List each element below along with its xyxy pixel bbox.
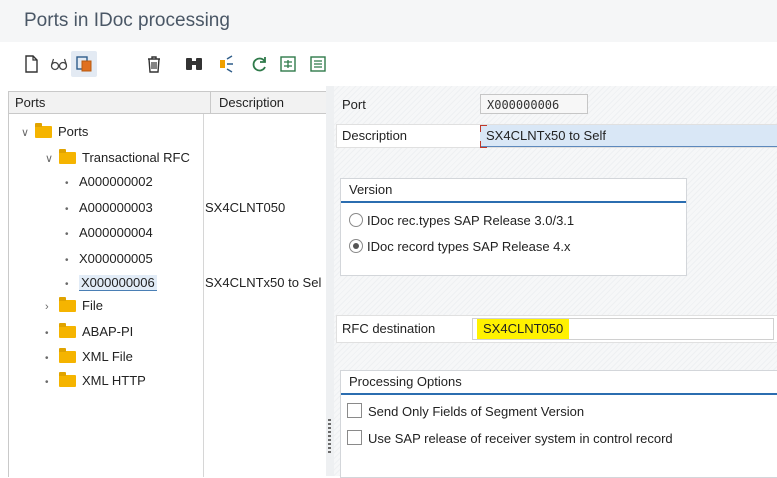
refresh-icon[interactable] bbox=[249, 53, 271, 75]
chevron-down-icon[interactable]: ∨ bbox=[45, 148, 55, 169]
where-used-icon[interactable] bbox=[217, 53, 239, 75]
description-input[interactable]: SX4CLNTx50 to Self bbox=[480, 125, 777, 148]
version-group-title: Version bbox=[341, 179, 686, 203]
tree-node-xml-file[interactable]: • XML File bbox=[45, 346, 133, 368]
port-label: Port bbox=[342, 97, 366, 112]
folder-icon bbox=[59, 348, 76, 363]
find-icon[interactable] bbox=[183, 53, 205, 75]
port-description: SX4CLNTx50 to Self bbox=[205, 275, 321, 290]
bullet-icon: • bbox=[65, 255, 69, 266]
chevron-right-icon[interactable]: › bbox=[45, 296, 55, 318]
bullet-icon: • bbox=[45, 377, 49, 388]
column-header-ports[interactable]: Ports bbox=[15, 95, 45, 110]
version-group: Version IDoc rec.types SAP Release 3.0/3… bbox=[340, 178, 687, 276]
splitter-grip[interactable] bbox=[328, 419, 331, 453]
radio-button-selected-icon[interactable] bbox=[349, 239, 363, 253]
bullet-icon: • bbox=[65, 229, 69, 240]
tree-node-file[interactable]: › File bbox=[45, 295, 103, 317]
bullet-icon: • bbox=[65, 178, 69, 189]
field-focus-marker bbox=[480, 125, 487, 132]
bullet-icon: • bbox=[65, 279, 69, 290]
rfc-destination-highlight: SX4CLNT050 bbox=[477, 319, 570, 339]
checkbox-icon[interactable] bbox=[347, 430, 362, 445]
description-label: Description bbox=[342, 128, 408, 143]
checkbox-receiver-release[interactable]: Use SAP release of receiver system in co… bbox=[347, 429, 673, 449]
panel-splitter[interactable] bbox=[326, 86, 334, 476]
tree-item-port-selected[interactable]: • X000000006 bbox=[65, 272, 157, 294]
checkbox-icon[interactable] bbox=[347, 403, 362, 418]
field-focus-marker bbox=[480, 141, 487, 148]
column-divider bbox=[203, 114, 204, 477]
tree-header: Ports Description bbox=[9, 92, 327, 114]
folder-icon bbox=[59, 372, 76, 387]
glasses-display-icon[interactable] bbox=[48, 53, 70, 75]
checkbox-segment-version[interactable]: Send Only Fields of Segment Version bbox=[347, 402, 584, 422]
copy-icon[interactable] bbox=[71, 51, 97, 77]
tree-node-transactional-rfc[interactable]: ∨ Transactional RFC bbox=[45, 147, 203, 169]
bullet-icon: • bbox=[65, 204, 69, 215]
processing-options-group: Processing Options Send Only Fields of S… bbox=[340, 370, 777, 478]
tree-node-xml-http[interactable]: • XML HTTP bbox=[45, 370, 146, 392]
folder-icon bbox=[35, 123, 52, 138]
expand-icon[interactable] bbox=[277, 53, 299, 75]
tree-item-port[interactable]: • X000000005 bbox=[65, 248, 153, 270]
tree-node-abap-pi[interactable]: • ABAP-PI bbox=[45, 321, 133, 343]
port-description: SX4CLNT050 bbox=[205, 200, 286, 215]
radio-button-icon[interactable] bbox=[349, 213, 363, 227]
radio-release-4x[interactable]: IDoc record types SAP Release 4.x bbox=[349, 237, 571, 257]
collapse-icon[interactable] bbox=[307, 53, 329, 75]
folder-icon bbox=[59, 149, 76, 164]
tree-item-port[interactable]: • A000000004 bbox=[65, 222, 153, 244]
ports-tree: Ports Description ∨ Ports ∨ Transactional … bbox=[8, 91, 327, 477]
rfc-destination-input[interactable]: SX4CLNT050 bbox=[472, 318, 774, 340]
delete-icon[interactable] bbox=[143, 53, 165, 75]
toolbar bbox=[0, 42, 777, 86]
bullet-icon: • bbox=[45, 353, 49, 364]
bullet-icon: • bbox=[45, 328, 49, 339]
folder-icon bbox=[59, 323, 76, 338]
tree-node-ports-root[interactable]: ∨ Ports bbox=[21, 121, 88, 143]
column-header-description[interactable]: Description bbox=[210, 92, 284, 113]
new-document-icon[interactable] bbox=[20, 53, 42, 75]
page-title: Ports in IDoc processing bbox=[24, 10, 230, 31]
radio-release-30[interactable]: IDoc rec.types SAP Release 3.0/3.1 bbox=[349, 211, 574, 231]
rfc-destination-label: RFC destination bbox=[342, 321, 436, 336]
port-field: X000000006 bbox=[480, 94, 588, 114]
processing-options-title: Processing Options bbox=[341, 371, 777, 395]
port-detail-panel: Port X000000006 Description SX4CLNTx50 t… bbox=[334, 86, 777, 478]
tree-item-port[interactable]: • A000000003 bbox=[65, 197, 153, 219]
folder-icon bbox=[59, 297, 76, 312]
chevron-down-icon[interactable]: ∨ bbox=[21, 122, 31, 144]
title-bar: Ports in IDoc processing bbox=[0, 0, 777, 42]
tree-item-port[interactable]: • A000000002 bbox=[65, 171, 153, 193]
